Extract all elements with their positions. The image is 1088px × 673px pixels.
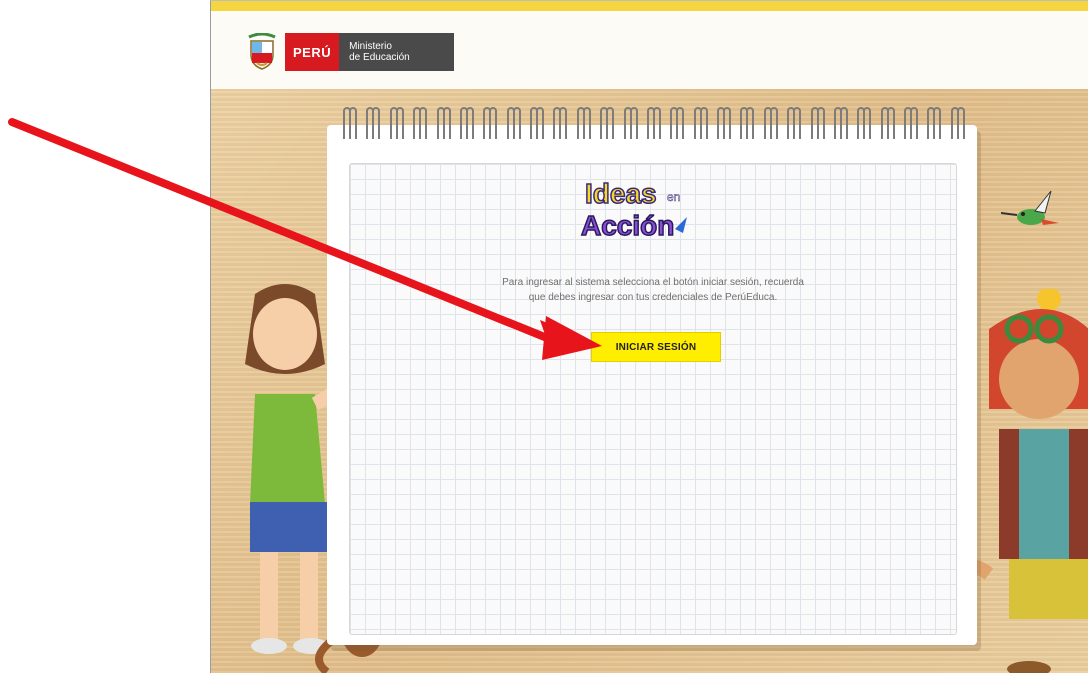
login-instructions-line-1: Para ingresar al sistema selecciona el b…: [502, 277, 804, 288]
spiral-ring: [413, 107, 428, 145]
login-instructions-line-2: que debes ingresar con tus credenciales …: [528, 292, 778, 303]
peru-label: PERÚ: [285, 33, 340, 71]
spiral-ring: [436, 107, 451, 145]
spiral-ring: [553, 107, 568, 145]
coat-of-arms-icon: [248, 33, 276, 70]
spiral-ring: [366, 107, 381, 145]
notebook-spiral-rings: [343, 107, 965, 145]
spiral-ring: [717, 107, 731, 145]
spiral-ring: [389, 107, 404, 145]
spiral-ring: [670, 107, 685, 145]
spiral-ring: [693, 107, 708, 145]
logo-word-ideas: Ideas: [585, 178, 657, 209]
hummingbird-icon: [1001, 190, 1059, 225]
spiral-ring: [880, 107, 895, 145]
spiral-ring: [600, 107, 615, 145]
spiral-ring: [857, 107, 872, 145]
spiral-ring: [483, 107, 498, 145]
spiral-ring: [576, 107, 591, 145]
spiral-ring: [343, 107, 357, 145]
spiral-ring: [950, 107, 965, 145]
logo-word-en: en: [667, 190, 680, 204]
spiral-ring: [646, 107, 661, 145]
spiral-ring: [904, 107, 918, 145]
spiral-ring: [623, 107, 638, 145]
ministry-line-1: Ministerio: [349, 41, 392, 52]
spiral-ring: [459, 107, 474, 145]
rocket-icon: [675, 217, 687, 233]
login-instructions: Para ingresar al sistema selecciona el b…: [473, 275, 833, 305]
ministry-line-2: de Educación: [349, 52, 410, 63]
spiral-ring: [810, 107, 825, 145]
spiral-ring: [927, 107, 942, 145]
spiral-ring: [530, 107, 544, 145]
government-logo[interactable]: PERÚ Ministerio de Educación: [247, 33, 454, 71]
spiral-ring: [763, 107, 778, 145]
spiral-ring: [787, 107, 802, 145]
login-button[interactable]: INICIAR SESIÓN: [591, 332, 721, 362]
top-accent-bar: [211, 1, 1088, 11]
site-header: PERÚ Ministerio de Educación: [211, 11, 1088, 89]
logo-word-accion: Acción: [581, 210, 674, 241]
ideas-en-accion-logo: Ideas en Acción: [571, 169, 691, 249]
ministry-label: Ministerio de Educación: [339, 33, 454, 71]
spiral-ring: [740, 107, 755, 145]
spiral-ring: [506, 107, 521, 145]
browser-viewport: PERÚ Ministerio de Educación Ideas en Ac…: [210, 0, 1088, 673]
spiral-ring: [833, 107, 848, 145]
